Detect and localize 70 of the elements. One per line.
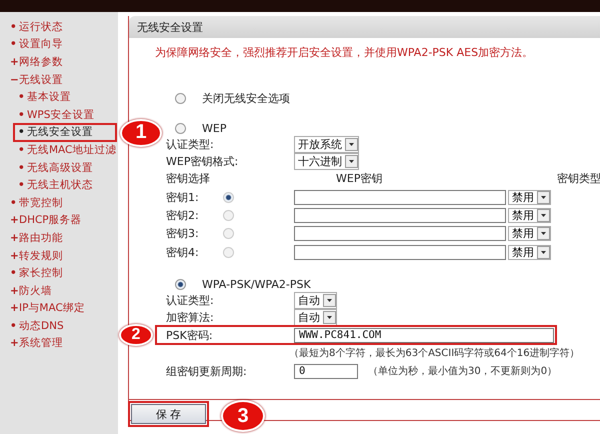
field-label: WEP密钥格式: bbox=[166, 154, 240, 169]
caret-icon bbox=[345, 138, 358, 151]
hint-text: （最短为8个字符，最长为63个ASCII码字符或64个16进制字符） bbox=[289, 346, 580, 360]
sidebar-item[interactable]: • 无线高级设置 bbox=[14, 158, 95, 176]
save-button[interactable]: 保 存 bbox=[131, 404, 206, 424]
sidebar-item[interactable]: +系统管理 bbox=[6, 334, 65, 352]
caret-icon bbox=[323, 311, 336, 324]
panel-title: 无线安全设置 bbox=[129, 16, 600, 38]
sidebar-item[interactable]: +路由功能 bbox=[6, 229, 65, 247]
sidebar-item[interactable]: +防火墙 bbox=[6, 282, 54, 300]
field-label: 认证类型: bbox=[166, 293, 215, 308]
key-field[interactable] bbox=[294, 190, 506, 205]
select-field[interactable]: 自动 bbox=[294, 309, 337, 326]
sidebar-item[interactable]: • 无线主机状态 bbox=[14, 176, 95, 194]
password-field[interactable]: WWW.PC841.COM bbox=[294, 328, 554, 343]
caret-icon bbox=[323, 294, 336, 308]
sidebar-item[interactable]: • 运行状态 bbox=[6, 18, 65, 36]
caret-icon bbox=[537, 208, 550, 222]
column-header: 密钥选择 bbox=[166, 171, 211, 186]
sidebar-item[interactable]: • 无线MAC地址过滤 bbox=[14, 141, 118, 159]
sidebar-item[interactable]: +IP与MAC绑定 bbox=[6, 300, 87, 318]
mode-radio[interactable] bbox=[175, 92, 186, 104]
key-field[interactable] bbox=[294, 226, 506, 242]
key-type-select[interactable]: 禁用 bbox=[508, 244, 551, 260]
mode-label: WEP bbox=[202, 122, 226, 134]
key-radio[interactable] bbox=[223, 228, 234, 240]
note-text: （单位为秒，最小值为30，不更新则为0） bbox=[368, 364, 558, 378]
mode-label: 关闭无线安全选项 bbox=[202, 90, 290, 106]
field-label: 组密钥更新周期: bbox=[166, 364, 248, 379]
sidebar-item[interactable]: • WPS安全设置 bbox=[14, 106, 96, 124]
key-type-select[interactable]: 禁用 bbox=[508, 226, 551, 242]
column-header: WEP密钥 bbox=[335, 171, 384, 186]
sidebar-item[interactable]: −无线设置 bbox=[6, 70, 65, 88]
key-label: 密钥2: bbox=[166, 208, 200, 223]
caret-icon bbox=[537, 190, 550, 204]
select-field[interactable]: 自动 bbox=[294, 292, 337, 310]
mode-radio[interactable] bbox=[175, 122, 186, 134]
sidebar-item[interactable]: • 带宽控制 bbox=[6, 194, 65, 212]
select-field[interactable]: 开放系统 bbox=[294, 136, 359, 153]
key-radio[interactable] bbox=[223, 246, 234, 258]
key-radio[interactable] bbox=[223, 192, 234, 203]
key-label: 密钥4: bbox=[166, 244, 200, 260]
field-label: 加密算法: bbox=[166, 310, 215, 326]
callout-badge: 2 bbox=[119, 324, 153, 346]
field-label: 认证类型: bbox=[166, 137, 215, 152]
sidebar-item[interactable]: +转发规则 bbox=[6, 246, 65, 264]
sidebar-item[interactable]: • 家长控制 bbox=[6, 264, 65, 282]
key-field[interactable] bbox=[294, 208, 506, 223]
mode-radio[interactable] bbox=[175, 278, 186, 290]
select-field[interactable]: 十六进制 bbox=[294, 153, 359, 170]
key-type-select[interactable]: 禁用 bbox=[508, 208, 551, 223]
key-radio[interactable] bbox=[223, 210, 234, 221]
key-label: 密钥3: bbox=[166, 226, 200, 242]
key-type-select[interactable]: 禁用 bbox=[508, 190, 551, 205]
sidebar-item[interactable]: • 设置向导 bbox=[6, 36, 65, 54]
caret-icon bbox=[537, 227, 550, 240]
period-field[interactable]: 0 bbox=[294, 364, 358, 379]
key-field[interactable] bbox=[294, 244, 506, 260]
notice-text: 为保障网络安全，强烈推荐开启安全设置，并使用WPA2-PSK AES加密方法。 bbox=[154, 45, 534, 61]
sidebar-item[interactable]: • 基本设置 bbox=[14, 88, 73, 106]
caret-icon bbox=[345, 155, 358, 168]
key-label: 密钥1: bbox=[166, 190, 200, 205]
sidebar-item[interactable]: • 无线安全设置 bbox=[14, 124, 116, 142]
sidebar-item[interactable]: +网络参数 bbox=[6, 53, 65, 71]
sidebar-item[interactable]: +DHCP服务器 bbox=[6, 212, 84, 230]
mode-label: WPA-PSK/WPA2-PSK bbox=[202, 278, 311, 291]
callout-badge: 3 bbox=[221, 400, 265, 432]
sidebar-item[interactable]: • 动态DNS bbox=[6, 317, 66, 335]
field-label: PSK密码: bbox=[166, 328, 214, 343]
caret-icon bbox=[537, 246, 550, 259]
